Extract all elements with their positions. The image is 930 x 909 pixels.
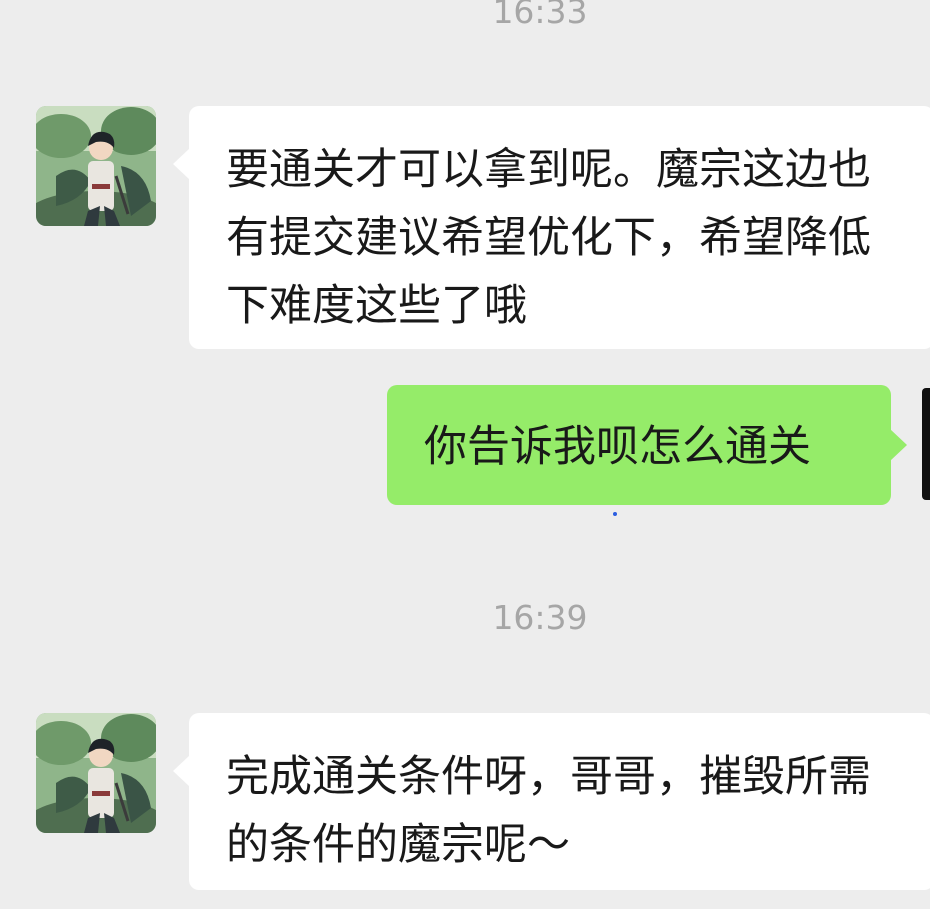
outgoing-message-bubble[interactable]: 你告诉我呗怎么通关 [387,385,907,505]
message-text: 你告诉我呗怎么通关 [424,422,811,472]
avatar-anime-swordsman-icon [36,713,156,833]
timestamp: 16:39 [492,598,588,637]
sender-avatar[interactable] [36,106,156,226]
message-text: 完成通关条件呀，哥哥，摧毁所需的条件的魔宗呢～ [226,752,871,870]
incoming-message-bubble[interactable]: 要通关才可以拿到呢。魔宗这边也有提交建议希望优化下，希望降低下难度这些了哦 [173,106,930,349]
status-dot [613,512,617,516]
chat-message-list[interactable]: 16:33 要通关才可以拿到呢。魔宗这边也有提交建议希望优化下，希望降低下难度这… [0,0,930,909]
avatar-anime-swordsman-icon [36,106,156,226]
sender-avatar[interactable] [36,713,156,833]
self-avatar-edge[interactable] [922,388,930,500]
message-text: 要通关才可以拿到呢。魔宗这边也有提交建议希望优化下，希望降低下难度这些了哦 [226,145,871,331]
timestamp: 16:33 [492,0,588,31]
incoming-message-bubble[interactable]: 完成通关条件呀，哥哥，摧毁所需的条件的魔宗呢～ [173,713,930,890]
